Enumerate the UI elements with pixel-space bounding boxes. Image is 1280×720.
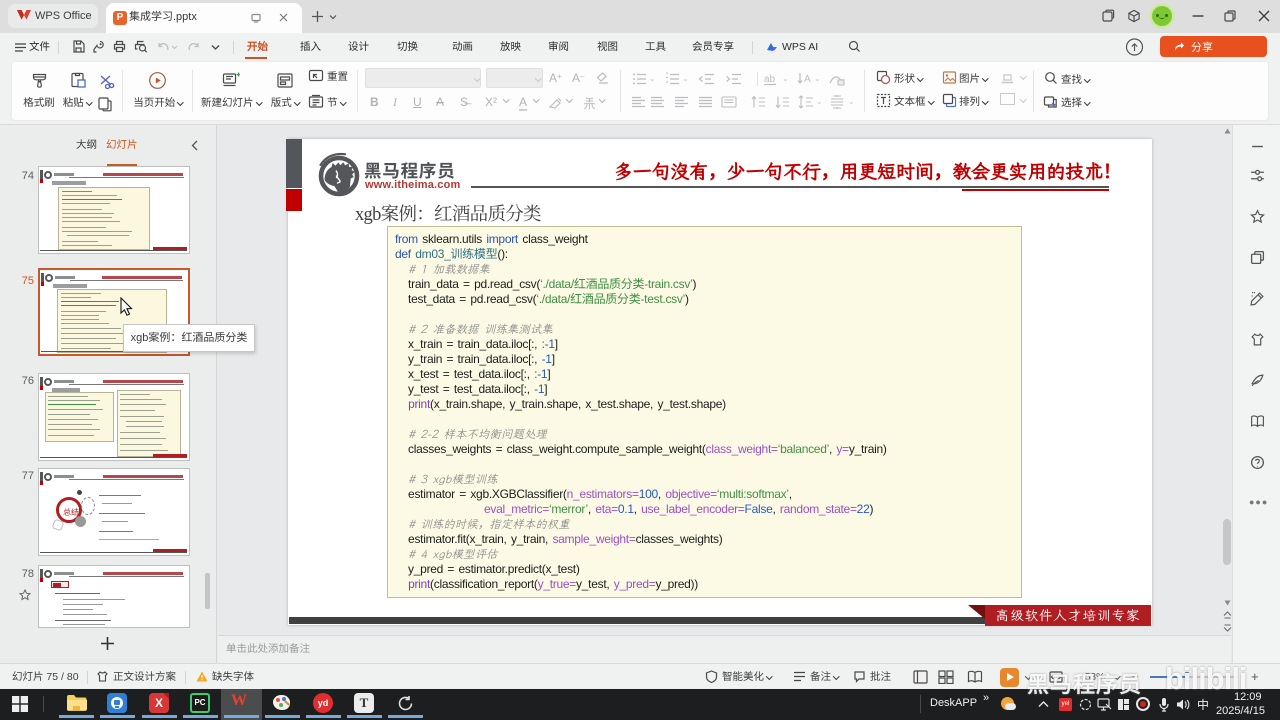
svg-text:ab: ab	[764, 74, 776, 85]
svg-text:A: A	[804, 74, 811, 85]
